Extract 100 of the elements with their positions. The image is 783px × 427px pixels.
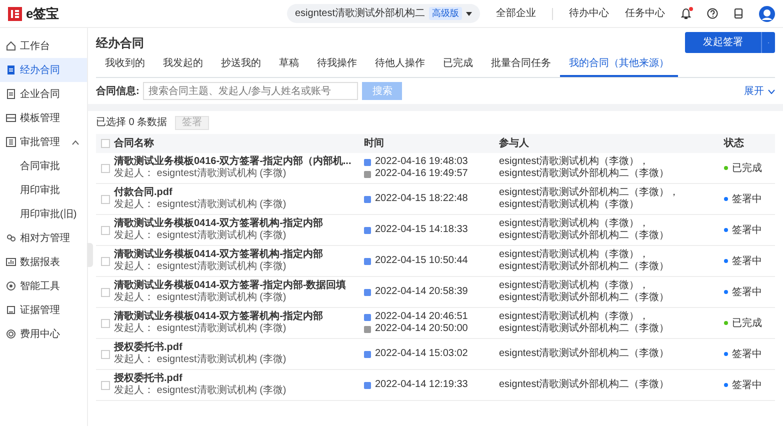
sidebar-item[interactable]: 智能工具 bbox=[0, 274, 87, 298]
sidebar-subitem[interactable]: 用印审批 bbox=[0, 178, 87, 202]
row-checkbox[interactable] bbox=[101, 164, 110, 172]
sidebar-item[interactable]: 数据报表 bbox=[0, 250, 87, 274]
status-text: 签署中 bbox=[732, 286, 762, 300]
row-checkbox[interactable] bbox=[101, 256, 110, 266]
sidebar-item[interactable]: 费用中心 bbox=[0, 322, 87, 346]
tab[interactable]: 草稿 bbox=[270, 53, 308, 77]
org-switcher[interactable]: esigntest清歌测试外部机构二 高级版 bbox=[286, 4, 480, 23]
expand-link[interactable]: 展开 bbox=[744, 84, 775, 98]
sidebar-item[interactable]: 模板管理 bbox=[0, 106, 87, 130]
search-field[interactable]: 搜索合同主题、发起人/参与人姓名或账号 bbox=[143, 82, 358, 100]
participant-text: esigntest清歌测试外部机构二（李微） bbox=[499, 261, 670, 273]
sidebar-item[interactable]: 审批管理 bbox=[0, 130, 87, 154]
time-text: 2022-04-16 19:48:03 bbox=[375, 156, 468, 168]
sender-text: 发起人： esigntest清歌测试机构 (李微) bbox=[114, 199, 288, 211]
participant-text: esigntest清歌测试外部机构二（李微） bbox=[499, 292, 670, 304]
sender-text: 发起人： esigntest清歌测试机构 (李微) bbox=[114, 354, 288, 366]
contract-title[interactable]: 清歌测试业务模板0414-双方签署-指定内部-数据回填 bbox=[114, 280, 364, 292]
start-time-icon bbox=[364, 158, 371, 166]
avatar-icon[interactable] bbox=[759, 6, 775, 22]
participant-text: esigntest清歌测试外部机构二（李微） bbox=[499, 379, 670, 391]
start-signing-button[interactable]: 发起签署 bbox=[685, 32, 761, 53]
menu-icon bbox=[6, 137, 16, 147]
top-link[interactable]: 任务中心 bbox=[625, 6, 665, 21]
row-checkbox[interactable] bbox=[101, 380, 110, 390]
row-checkbox[interactable] bbox=[101, 288, 110, 296]
status-text: 签署中 bbox=[732, 378, 762, 392]
contract-title[interactable]: 清歌测试业务模板0414-双方签署机构-指定内部 bbox=[114, 311, 364, 323]
start-time-icon bbox=[364, 288, 371, 296]
contract-title[interactable]: 付款合同.pdf bbox=[114, 187, 364, 199]
sender-text: 发起人： esigntest清歌测试机构 (李微) bbox=[114, 385, 288, 397]
column-header: 合同名称 bbox=[114, 136, 155, 151]
participant-text: esigntest清歌测试机构（李微）， bbox=[499, 249, 650, 260]
row-checkbox[interactable] bbox=[101, 226, 110, 234]
tab[interactable]: 我发起的 bbox=[154, 53, 212, 77]
top-link[interactable]: 待办中心 bbox=[569, 6, 609, 21]
start-time-icon bbox=[364, 382, 371, 388]
tab[interactable]: 已完成 bbox=[434, 53, 482, 77]
sidebar-item[interactable]: 相对方管理 bbox=[0, 226, 87, 250]
logo-icon bbox=[8, 6, 22, 20]
page-title: 经办合同 bbox=[96, 34, 144, 52]
contract-title[interactable]: 授权委托书.pdf bbox=[114, 342, 364, 354]
row-checkbox[interactable] bbox=[101, 194, 110, 204]
participant-text: esigntest清歌测试外部机构二（李微） bbox=[499, 323, 670, 335]
dropdown-button[interactable] bbox=[761, 32, 775, 53]
status-text: 签署中 bbox=[732, 224, 762, 238]
contract-title[interactable]: 清歌测试业务模板0414-双方签署机构-指定内部 bbox=[114, 218, 364, 230]
bell-icon[interactable] bbox=[681, 8, 691, 19]
sidebar-item[interactable]: 企业合同 bbox=[0, 82, 87, 106]
participant-text: esigntest清歌测试机构（李微）， bbox=[499, 311, 650, 322]
start-time-icon bbox=[364, 350, 371, 358]
sidebar-subitem[interactable]: 合同审批 bbox=[0, 154, 87, 178]
tab[interactable]: 批量合同任务 bbox=[482, 53, 560, 77]
logo-text: e签宝 bbox=[26, 4, 60, 23]
status-text: 签署中 bbox=[732, 348, 762, 362]
time-text: 2022-04-16 19:49:57 bbox=[375, 168, 468, 180]
menu-icon bbox=[6, 41, 16, 51]
chevron-icon bbox=[768, 88, 775, 94]
column-header: 状态 bbox=[724, 136, 745, 151]
contract-title[interactable]: 清歌测试业务模板0416-双方签署-指定内部（内部机... bbox=[114, 156, 364, 168]
column-header: 时间 bbox=[364, 136, 385, 151]
menu-icon bbox=[6, 89, 16, 99]
time-text: 2022-04-14 20:46:51 bbox=[375, 311, 468, 323]
start-time-icon bbox=[364, 226, 371, 234]
selection-summary: 已选择 0 条数据 bbox=[96, 116, 168, 130]
time-text: 2022-04-14 15:03:02 bbox=[375, 348, 468, 360]
menu-icon bbox=[6, 329, 16, 339]
contract-title[interactable]: 清歌测试业务模板0414-双方签署机构-指定内部 bbox=[114, 249, 364, 261]
menu-icon bbox=[6, 281, 16, 291]
device-icon[interactable] bbox=[734, 8, 743, 19]
tab[interactable]: 我收到的 bbox=[96, 53, 154, 77]
sidebar-item[interactable]: 证据管理 bbox=[0, 298, 87, 322]
tab[interactable]: 待我操作 bbox=[308, 53, 366, 77]
time-text: 2022-04-14 20:58:39 bbox=[375, 286, 468, 298]
filter-label: 合同信息: bbox=[96, 84, 140, 98]
time-text: 2022-04-15 10:50:44 bbox=[375, 255, 468, 267]
row-checkbox[interactable] bbox=[101, 318, 110, 328]
time-text: 2022-04-15 18:22:48 bbox=[375, 193, 468, 205]
column-header: 参与人 bbox=[499, 136, 530, 151]
tab[interactable]: 抄送我的 bbox=[212, 53, 270, 77]
sidebar-subitem[interactable]: 用印审批(旧) bbox=[0, 202, 87, 226]
sender-text: 发起人： esigntest清歌测试机构 (李微) bbox=[114, 261, 288, 273]
sidebar-item[interactable]: 经办合同 bbox=[0, 58, 87, 82]
end-time-icon bbox=[364, 170, 371, 178]
participant-text: esigntest清歌测试机构（李微） bbox=[499, 199, 640, 211]
tab[interactable]: 待他人操作 bbox=[366, 53, 434, 77]
time-text: 2022-04-14 12:19:33 bbox=[375, 379, 468, 391]
plan-badge: 高级版 bbox=[429, 6, 462, 20]
select-all-checkbox[interactable] bbox=[101, 139, 110, 148]
tab[interactable]: 我的合同（其他来源） bbox=[560, 53, 678, 77]
top-link[interactable]: 全部企业 bbox=[496, 6, 536, 21]
sidebar-item[interactable]: 工作台 bbox=[0, 34, 87, 58]
end-time-icon bbox=[364, 326, 371, 332]
contract-title[interactable]: 授权委托书.pdf bbox=[114, 373, 364, 385]
help-icon[interactable] bbox=[707, 8, 718, 19]
start-time-icon bbox=[364, 258, 371, 264]
participant-text: esigntest清歌测试外部机构二（李微） bbox=[499, 168, 670, 180]
sender-text: 发起人： esigntest清歌测试机构 (李微) bbox=[114, 230, 288, 242]
row-checkbox[interactable] bbox=[101, 350, 110, 358]
